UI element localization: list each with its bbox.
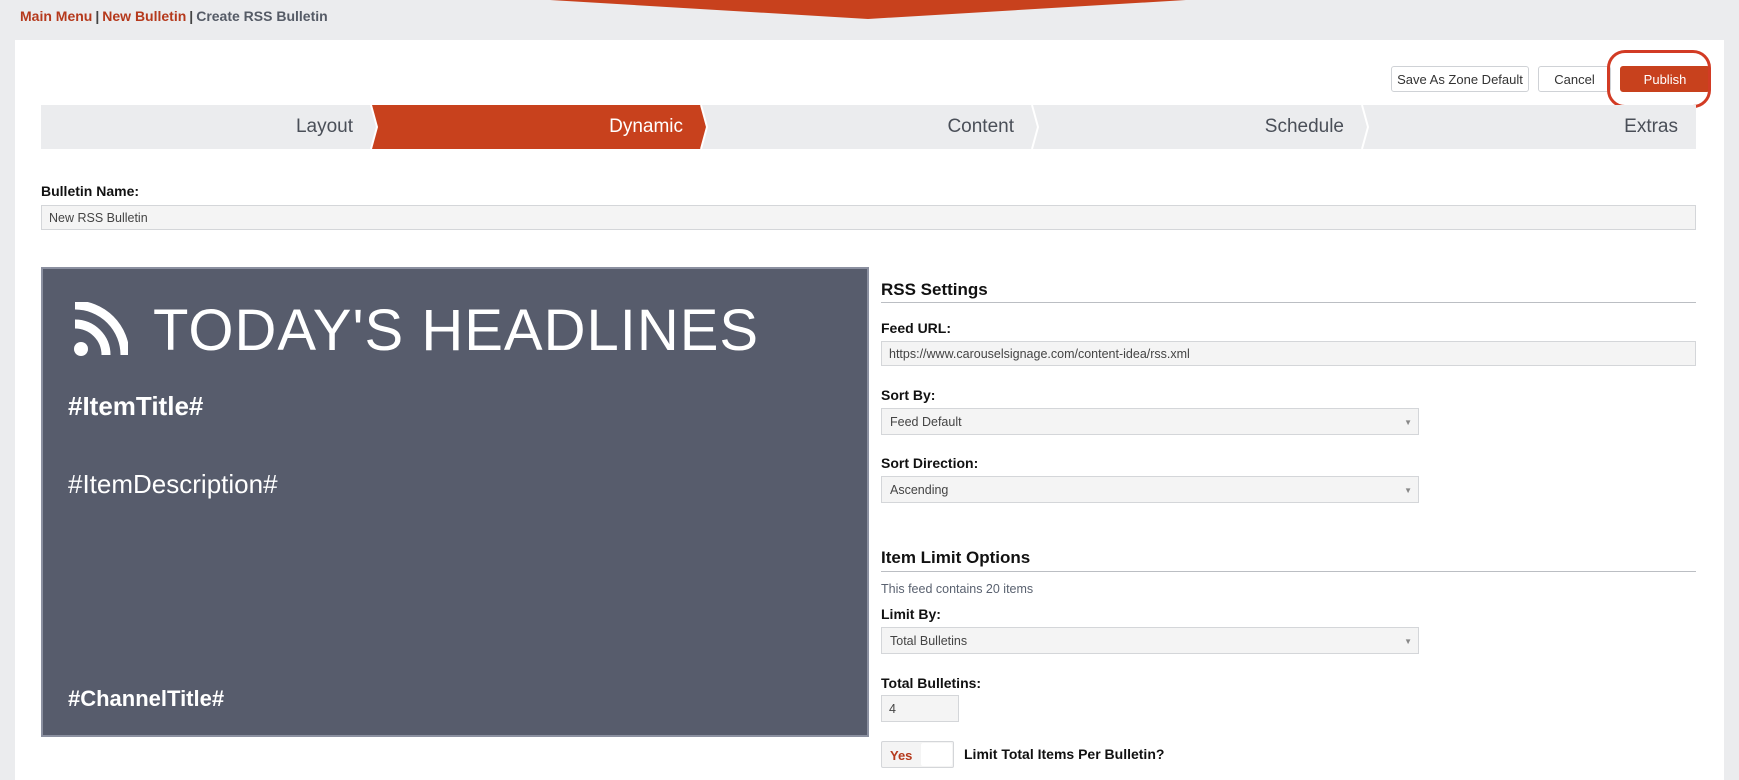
publish-button[interactable]: Publish [1620,66,1710,92]
preview-item-title: #ItemTitle# [68,391,204,421]
step-label: Layout [295,116,353,137]
top-banner [550,0,1186,19]
item-limit-title: Item Limit Options [881,548,1031,567]
rss-settings-title: RSS Settings [881,280,988,299]
preview-headline: TODAY'S HEADLINES [153,298,760,363]
step-label: Dynamic [609,116,683,137]
bulletin-name-input[interactable]: New RSS Bulletin [41,205,1696,230]
step-label: Content [947,116,1014,137]
feed-url-label: Feed URL: [881,320,951,336]
bulletin-preview: TODAY'S HEADLINES #ItemTitle# #ItemDescr… [41,267,869,737]
sort-by-label: Sort By: [881,387,936,403]
bulletin-name-label: Bulletin Name: [41,183,140,199]
toggle-knob [921,743,952,766]
sort-direction-select[interactable]: Ascending ▼ [881,476,1419,503]
save-as-zone-default-button[interactable]: Save As Zone Default [1391,66,1529,92]
sort-by-value: Feed Default [890,414,962,429]
step-label: Schedule [1264,116,1344,137]
wizard-steps: Layout Dynamic Content Schedule Extras [41,105,1696,149]
feed-url-input[interactable]: https://www.carouselsignage.com/content-… [881,341,1696,366]
limit-items-toggle[interactable]: Yes [881,741,954,768]
breadcrumb-separator: | [189,8,194,24]
step-dynamic[interactable]: Dynamic [371,105,701,149]
total-bulletins-input[interactable]: 4 [881,695,959,722]
sort-direction-value: Ascending [890,482,949,497]
preview-channel-title: #ChannelTitle# [68,686,225,711]
toggle-yes-label: Yes [890,748,913,763]
step-extras[interactable]: Extras [1362,105,1696,149]
sort-by-select[interactable]: Feed Default ▼ [881,408,1419,435]
preview-item-description: #ItemDescription# [68,469,278,499]
breadcrumb-current: Create RSS Bulletin [196,8,328,24]
breadcrumb-separator: | [95,8,100,24]
chevron-down-icon: ▼ [1404,486,1412,495]
chevron-down-icon: ▼ [1404,418,1412,427]
limit-by-select[interactable]: Total Bulletins ▼ [881,627,1419,654]
main-card: Save As Zone Default Cancel Publish Layo… [15,40,1724,780]
cancel-button[interactable]: Cancel [1538,66,1611,92]
step-layout[interactable]: Layout [41,105,371,149]
step-schedule[interactable]: Schedule [1032,105,1362,149]
rss-icon [74,302,128,356]
chevron-down-icon: ▼ [1404,637,1412,646]
step-label: Extras [1624,116,1678,137]
total-bulletins-label: Total Bulletins: [881,675,982,691]
limit-by-value: Total Bulletins [890,633,968,648]
step-content[interactable]: Content [701,105,1032,149]
breadcrumb-main-menu[interactable]: Main Menu [20,8,92,24]
breadcrumb: Main Menu | New Bulletin | Create RSS Bullet… [20,8,328,24]
feed-item-count-hint: This feed contains 20 items [881,582,1034,596]
section-divider [881,302,1696,303]
limit-by-label: Limit By: [881,606,941,622]
section-divider [881,571,1696,572]
breadcrumb-new-bulletin[interactable]: New Bulletin [102,8,186,24]
limit-items-per-bulletin-label: Limit Total Items Per Bulletin? [964,746,1165,762]
sort-direction-label: Sort Direction: [881,455,979,471]
